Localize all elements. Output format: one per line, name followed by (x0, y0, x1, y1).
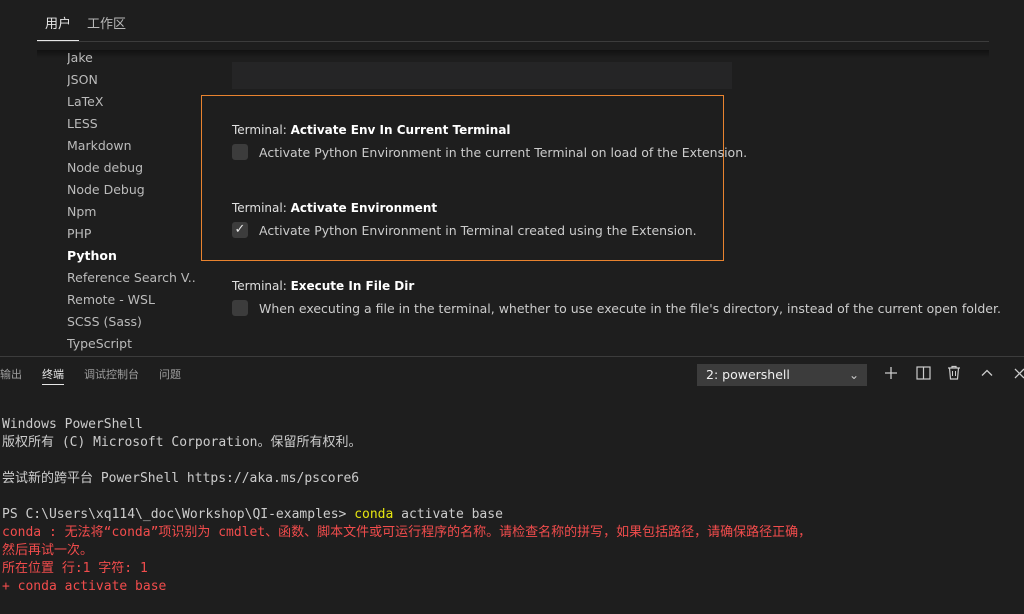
setting-description: Activate Python Environment in the curre… (259, 145, 747, 160)
tab-workspace[interactable]: 工作区 (79, 12, 134, 40)
tab-problems[interactable]: 问题 (159, 366, 181, 384)
toc-item-python[interactable]: Python (67, 245, 197, 267)
toc-item-scss[interactable]: SCSS (Sass) (67, 311, 197, 333)
toc-item-latex[interactable]: LaTeX (67, 91, 197, 113)
setting-title: Terminal: Execute In File Dir (232, 278, 1001, 294)
terminal-blank-line (2, 452, 1024, 470)
new-terminal-button[interactable] (880, 364, 902, 386)
settings-toc: Jake JSON LaTeX LESS Markdown Node debug… (67, 50, 197, 356)
toc-item-remote-wsl[interactable]: Remote - WSL (67, 289, 197, 311)
toc-item-less[interactable]: LESS (67, 113, 197, 135)
terminal-blank-line (2, 488, 1024, 506)
terminal-command-name: conda (354, 507, 393, 522)
chevron-up-icon (980, 366, 994, 380)
previous-setting-input[interactable] (232, 62, 732, 89)
terminal-line: Windows PowerShell (2, 416, 1024, 434)
terminal-line: 版权所有 (C) Microsoft Corporation。保留所有权利。 (2, 434, 1024, 452)
toc-item-markdown[interactable]: Markdown (67, 135, 197, 157)
setting-title: Terminal: Activate Environment (232, 200, 697, 216)
tab-terminal[interactable]: 终端 (42, 366, 64, 385)
split-icon (916, 366, 931, 380)
tab-debug-console[interactable]: 调试控制台 (84, 366, 139, 384)
terminal-prompt: PS C:\Users\xq114\_doc\Workshop\QI-examp… (2, 507, 354, 522)
terminal-command-args: activate base (393, 507, 503, 522)
setting-activate-env-current-terminal: Terminal: Activate Env In Current Termin… (232, 122, 747, 160)
settings-scope-tabs: 用户 工作区 (37, 12, 134, 41)
terminal-select[interactable]: 2: powershell ⌄ (697, 364, 867, 386)
setting-activate-environment: Terminal: Activate Environment ✓ Activat… (232, 200, 697, 238)
split-terminal-button[interactable] (912, 364, 934, 386)
panel-tabs: 输出 终端 调试控制台 问题 (0, 366, 201, 385)
setting-description: Activate Python Environment in Terminal … (259, 223, 697, 238)
setting-checkbox[interactable] (232, 144, 248, 160)
terminal-error-line: 然后再试一次。 (2, 542, 1024, 560)
kill-terminal-button[interactable] (943, 364, 965, 386)
settings-editor: 用户 工作区 Jake JSON LaTeX LESS Markdown Nod… (0, 0, 1024, 356)
terminal-line: 尝试新的跨平台 PowerShell https://aka.ms/pscore… (2, 470, 1024, 488)
toc-item-npm[interactable]: Npm (67, 201, 197, 223)
tabs-divider (37, 41, 989, 42)
setting-execute-in-file-dir: Terminal: Execute In File Dir When execu… (232, 278, 1001, 316)
close-panel-button[interactable] (1008, 364, 1024, 386)
terminal-error-line: 所在位置 行:1 字符: 1 (2, 560, 1024, 578)
plus-icon (884, 366, 898, 380)
close-icon (1013, 367, 1024, 380)
tab-output[interactable]: 输出 (0, 366, 22, 384)
terminal-command-line: PS C:\Users\xq114\_doc\Workshop\QI-examp… (2, 506, 1024, 524)
setting-description: When executing a file in the terminal, w… (259, 301, 1001, 316)
setting-title: Terminal: Activate Env In Current Termin… (232, 122, 747, 138)
setting-checkbox[interactable] (232, 300, 248, 316)
checkmark-icon: ✓ (235, 222, 246, 238)
toc-item-typescript[interactable]: TypeScript (67, 333, 197, 355)
toc-item-php[interactable]: PHP (67, 223, 197, 245)
terminal-error-line: conda : 无法将“conda”项识别为 cmdlet、函数、脚本文件或可运… (2, 524, 1024, 542)
toc-item-jake[interactable]: Jake (67, 50, 197, 69)
tab-user[interactable]: 用户 (37, 12, 79, 41)
setting-checkbox[interactable]: ✓ (232, 222, 248, 238)
terminal-select-value: 2: powershell (706, 367, 790, 382)
toc-item-node-debug[interactable]: Node debug (67, 157, 197, 179)
toc-item-node-debug-2[interactable]: Node Debug (67, 179, 197, 201)
chevron-down-icon: ⌄ (849, 364, 859, 386)
toc-item-reference-search[interactable]: Reference Search V... (67, 267, 197, 289)
terminal-output[interactable]: Windows PowerShell版权所有 (C) Microsoft Cor… (2, 398, 1024, 614)
trash-icon (947, 365, 961, 380)
maximize-panel-button[interactable] (976, 364, 998, 386)
toc-item-json[interactable]: JSON (67, 69, 197, 91)
terminal-error-line: + conda activate base (2, 578, 1024, 596)
panel-border (0, 356, 1024, 357)
